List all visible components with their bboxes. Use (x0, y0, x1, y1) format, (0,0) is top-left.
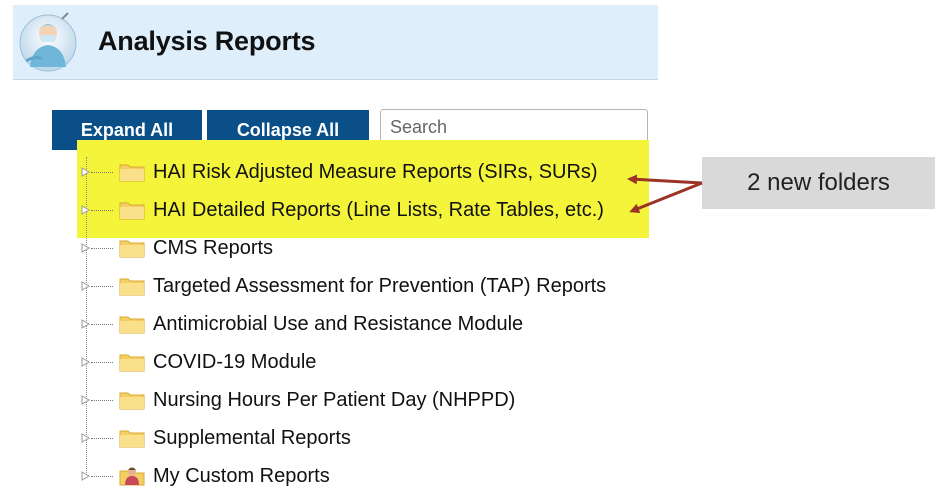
tree-node-label[interactable]: COVID-19 Module (153, 351, 316, 374)
new-folders-callout: 2 new folders (702, 157, 935, 209)
folder-icon (119, 202, 145, 220)
tree-node-hai-risk-adjusted[interactable]: HAI Risk Adjusted Measure Reports (SIRs,… (81, 157, 598, 187)
tree-node-label[interactable]: HAI Detailed Reports (Line Lists, Rate T… (153, 199, 604, 222)
tree-node-label[interactable]: Targeted Assessment for Prevention (TAP)… (153, 275, 606, 298)
tree-node-label[interactable]: CMS Reports (153, 237, 273, 260)
folder-icon (119, 430, 145, 448)
tree-node-nhppd[interactable]: Nursing Hours Per Patient Day (NHPPD) (81, 385, 515, 415)
tree-node-cms[interactable]: CMS Reports (81, 233, 273, 263)
expand-arrow-icon[interactable] (81, 433, 90, 443)
tree-node-label[interactable]: My Custom Reports (153, 465, 330, 488)
tree-node-antimicrobial[interactable]: Antimicrobial Use and Resistance Module (81, 309, 523, 339)
folder-icon (119, 278, 145, 296)
expand-arrow-icon[interactable] (81, 319, 90, 329)
tree-node-covid[interactable]: COVID-19 Module (81, 347, 316, 377)
tree-node-label[interactable]: Nursing Hours Per Patient Day (NHPPD) (153, 389, 515, 412)
folder-icon (119, 316, 145, 334)
expand-arrow-icon[interactable] (81, 471, 90, 481)
tree-node-hai-detailed[interactable]: HAI Detailed Reports (Line Lists, Rate T… (81, 195, 604, 225)
user-folder-icon (119, 467, 145, 486)
folder-icon (119, 240, 145, 258)
expand-arrow-icon[interactable] (81, 167, 90, 177)
tree-node-label[interactable]: HAI Risk Adjusted Measure Reports (SIRs,… (153, 161, 598, 184)
expand-arrow-icon[interactable] (81, 243, 90, 253)
expand-arrow-icon[interactable] (81, 205, 90, 215)
tree-node-supplemental[interactable]: Supplemental Reports (81, 423, 351, 453)
folder-icon (119, 164, 145, 182)
tree-node-label[interactable]: Antimicrobial Use and Resistance Module (153, 313, 523, 336)
tree-node-tap[interactable]: Targeted Assessment for Prevention (TAP)… (81, 271, 606, 301)
folder-icon (119, 392, 145, 410)
expand-arrow-icon[interactable] (81, 281, 90, 291)
report-tree: HAI Risk Adjusted Measure Reports (SIRs,… (0, 0, 935, 487)
folder-icon (119, 354, 145, 372)
expand-arrow-icon[interactable] (81, 357, 90, 367)
expand-arrow-icon[interactable] (81, 395, 90, 405)
tree-node-label[interactable]: Supplemental Reports (153, 427, 351, 450)
